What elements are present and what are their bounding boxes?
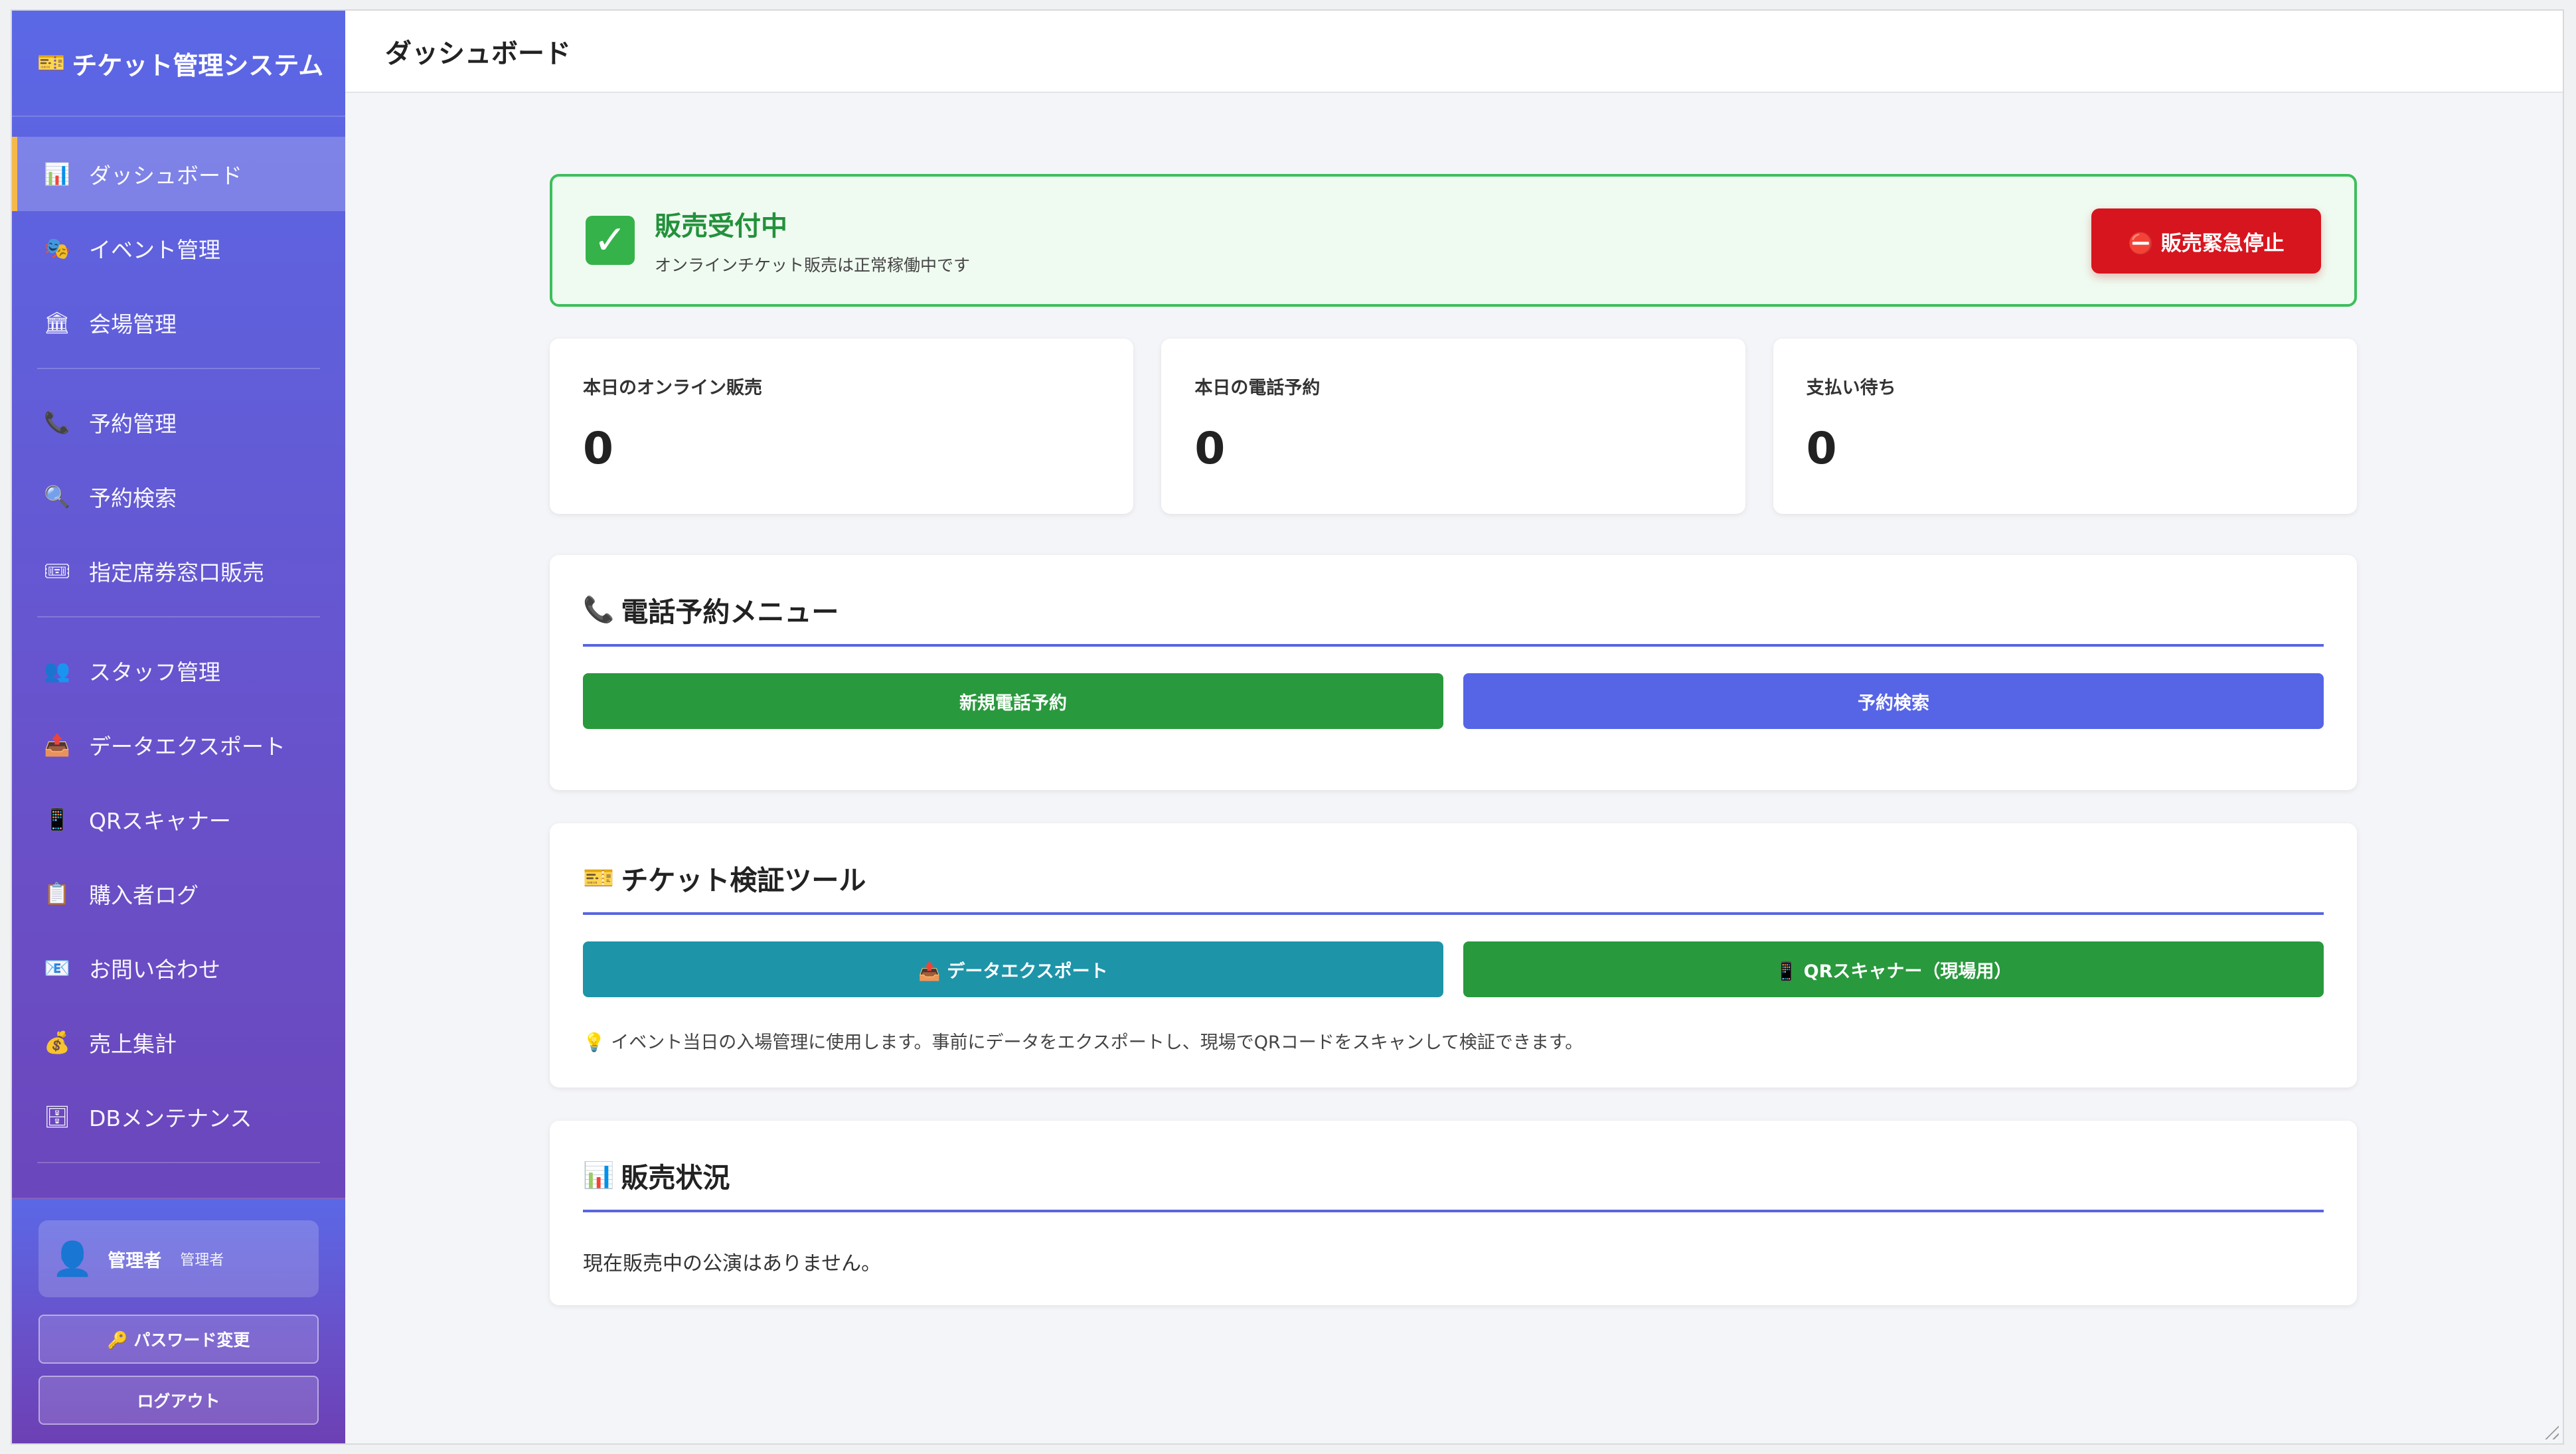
brand: 🎫 チケット管理システム — [12, 11, 345, 117]
money-bag-icon: 💰 — [44, 1030, 70, 1055]
sales-status-card: 📊 販売状況 現在販売中の公演はありません。 — [550, 1121, 2357, 1305]
logout-button[interactable]: ログアウト — [39, 1376, 319, 1425]
sidebar-item-label: スタッフ管理 — [89, 659, 220, 685]
stat-value: 0 — [1194, 423, 1226, 474]
tool-note: 💡 イベント当日の入場管理に使用します。事前にデータをエクスポートし、現場でQR… — [583, 1032, 1583, 1053]
avatar-icon: 👤 — [52, 1239, 94, 1278]
sidebar-item-label: お問い合わせ — [89, 957, 220, 983]
bar-chart-icon: 📊 — [583, 1160, 615, 1190]
card-title: 📊 販売状況 — [583, 1155, 2324, 1212]
ticket-verification-tools: 🎫 チケット検証ツール 📤 データエクスポート 📱 QRスキャナー（現場用） 💡… — [550, 823, 2357, 1088]
sidebar-item-label: 予約管理 — [89, 411, 177, 437]
empty-message: 現在販売中の公演はありません。 — [583, 1252, 882, 1275]
sidebar: 🎫 チケット管理システム 📊 ダッシュボード 🎭 イベント管理 🏛 会場管理 📞… — [12, 11, 345, 1443]
outbox-icon: 📤 — [44, 732, 70, 758]
button-row: 📤 データエクスポート 📱 QRスキャナー（現場用） — [583, 941, 2324, 997]
sidebar-item-data-export[interactable]: 📤 データエクスポート — [12, 708, 345, 782]
sidebar-item-reservation-search[interactable]: 🔍 予約検索 — [12, 459, 345, 534]
card-title-text: チケット検証ツール — [621, 864, 866, 896]
sidebar-divider — [37, 368, 320, 369]
sidebar-item-sales-summary[interactable]: 💰 売上集計 — [12, 1005, 345, 1080]
sidebar-item-label: 売上集計 — [89, 1031, 177, 1057]
card-title-text: 電話予約メニュー — [621, 596, 839, 628]
sidebar-item-staff[interactable]: 👥 スタッフ管理 — [12, 633, 345, 708]
main-content: ✓ 販売受付中 オンラインチケット販売は正常稼働中です ⛔ 販売緊急停止 本日の… — [550, 174, 2357, 1305]
change-password-button[interactable]: 🔑 パスワード変更 — [39, 1315, 319, 1364]
search-icon: 🔍 — [44, 484, 70, 509]
phone-icon: 📞 — [583, 594, 615, 624]
stat-value: 0 — [1806, 423, 1837, 474]
sidebar-item-label: DBメンテナンス — [89, 1105, 252, 1131]
page-title: ダッシュボード — [345, 11, 2563, 93]
sidebar-item-events[interactable]: 🎭 イベント管理 — [12, 211, 345, 285]
sidebar-item-dashboard[interactable]: 📊 ダッシュボード — [12, 137, 345, 211]
brand-title: チケット管理システム — [72, 50, 324, 80]
sidebar-item-label: 購入者ログ — [89, 882, 199, 908]
button-row: 新規電話予約 予約検索 — [583, 673, 2324, 729]
building-icon: 🏛 — [43, 310, 71, 335]
sidebar-item-label: 予約検索 — [89, 485, 177, 511]
cabinet-icon: 🗄 — [43, 1104, 71, 1129]
sidebar-item-contact[interactable]: 📧 お問い合わせ — [12, 931, 345, 1005]
stats-row: 本日のオンライン販売 0 本日の電話予約 0 支払い待ち 0 — [550, 339, 2357, 514]
sidebar-item-settings[interactable]: ⚙ 設定 — [12, 1179, 345, 1199]
sidebar-item-venues[interactable]: 🏛 会場管理 — [12, 285, 345, 360]
phone-reservation-menu: 📞 電話予約メニュー 新規電話予約 予約検索 — [550, 555, 2357, 790]
card-title: 🎫 チケット検証ツール — [583, 858, 2324, 915]
stat-label: 本日のオンライン販売 — [583, 378, 762, 398]
sidebar-footer: 👤 管理者 管理者 🔑 パスワード変更 ログアウト — [12, 1198, 345, 1443]
mobile-phone-icon: 📱 — [44, 807, 70, 832]
sidebar-item-label: イベント管理 — [89, 237, 220, 263]
card-title-text: 販売状況 — [621, 1162, 730, 1194]
stat-online-sales: 本日のオンライン販売 0 — [550, 339, 1134, 514]
stat-pending-payments: 支払い待ち 0 — [1773, 339, 2357, 514]
sales-status-banner: ✓ 販売受付中 オンラインチケット販売は正常稼働中です ⛔ 販売緊急停止 — [550, 174, 2357, 307]
sidebar-item-purchaser-log[interactable]: 📋 購入者ログ — [12, 856, 345, 931]
check-icon: ✓ — [586, 216, 635, 265]
app-window: 🎫 チケット管理システム 📊 ダッシュボード 🎭 イベント管理 🏛 会場管理 📞… — [11, 9, 2564, 1445]
clipboard-icon: 📋 — [44, 881, 70, 906]
stat-label: 支払い待ち — [1806, 378, 1896, 398]
new-phone-reservation-button[interactable]: 新規電話予約 — [583, 673, 1443, 729]
user-name: 管理者 — [108, 1250, 162, 1271]
sidebar-nav: 📊 ダッシュボード 🎭 イベント管理 🏛 会場管理 📞 予約管理 🔍 予約検索 — [12, 137, 345, 1199]
sidebar-item-db-maintenance[interactable]: 🗄 DBメンテナンス — [12, 1080, 345, 1154]
theater-icon: 🎭 — [44, 236, 70, 261]
sidebar-item-box-office[interactable]: 🎟 指定席券窓口販売 — [12, 534, 345, 608]
user-info: 👤 管理者 管理者 — [39, 1220, 319, 1297]
sidebar-item-label: 指定席券窓口販売 — [89, 560, 264, 586]
bar-chart-icon: 📊 — [44, 161, 70, 187]
ticket-icon: 🎫 — [37, 50, 66, 76]
mail-icon: 📧 — [44, 955, 70, 981]
sidebar-item-label: ダッシュボード — [89, 163, 242, 189]
data-export-button[interactable]: 📤 データエクスポート — [583, 941, 1443, 997]
card-title: 📞 電話予約メニュー — [583, 590, 2324, 647]
stat-phone-reservations: 本日の電話予約 0 — [1161, 339, 1745, 514]
sidebar-item-reservations[interactable]: 📞 予約管理 — [12, 385, 345, 459]
users-icon: 👥 — [44, 658, 70, 683]
sidebar-item-qr-scanner[interactable]: 📱 QRスキャナー — [12, 782, 345, 856]
status-title: 販売受付中 — [655, 211, 787, 242]
sidebar-divider — [37, 1162, 320, 1163]
phone-icon: 📞 — [44, 410, 70, 435]
sidebar-divider — [37, 616, 320, 617]
sidebar-item-label: 会場管理 — [89, 311, 177, 337]
stat-label: 本日の電話予約 — [1194, 378, 1321, 398]
ticket-icon: 🎫 — [583, 862, 615, 892]
user-role: 管理者 — [180, 1252, 224, 1269]
sidebar-item-label: QRスキャナー — [89, 808, 231, 834]
resize-handle[interactable] — [2541, 1422, 2559, 1439]
emergency-stop-button[interactable]: ⛔ 販売緊急停止 — [2091, 208, 2321, 274]
sidebar-item-label: データエクスポート — [89, 734, 286, 760]
status-subtitle: オンラインチケット販売は正常稼働中です — [655, 256, 971, 275]
stat-value: 0 — [583, 423, 613, 474]
ticket-counter-icon: 🎟 — [43, 558, 71, 584]
reservation-search-button[interactable]: 予約検索 — [1463, 673, 2324, 729]
qr-scanner-button[interactable]: 📱 QRスキャナー（現場用） — [1463, 941, 2324, 997]
